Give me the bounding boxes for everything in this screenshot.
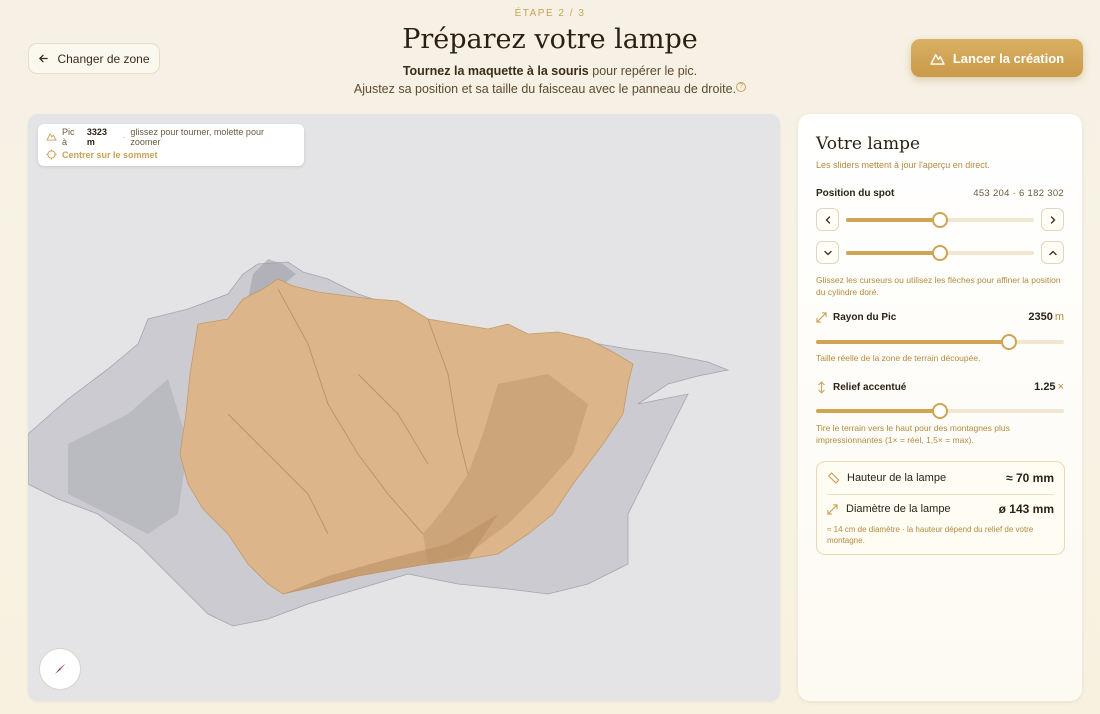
move-up-button[interactable] [1041, 241, 1064, 264]
relief-note: Tire le terrain vers le haut pour des mo… [816, 423, 1010, 445]
move-left-button[interactable] [816, 208, 839, 231]
change-zone-button[interactable]: Changer de zone [28, 43, 160, 74]
step-indicator: ÉTAPE 2 / 3 [514, 8, 586, 19]
center-on-summit-link[interactable]: Centrer sur le sommet [46, 147, 296, 162]
radius-slider-thumb[interactable] [1001, 334, 1018, 350]
center-on-summit-label: Centrer sur le sommet [62, 149, 158, 160]
vertical-slider-thumb[interactable] [932, 245, 948, 261]
panel-title: Votre lampe [816, 134, 921, 154]
lamp-dimensions-box: Hauteur de la lampe ≈ 70 mm Diamètre de … [816, 461, 1065, 555]
radius-note: Taille réelle de la zone de terrain déco… [816, 353, 981, 363]
horizontal-slider-thumb[interactable] [932, 212, 948, 228]
relief-slider-thumb[interactable] [932, 403, 948, 419]
subtitle-rest: pour repérer le pic. [588, 64, 698, 78]
subtitle-line-2-text: Ajustez sa position et sa taille du fais… [353, 82, 737, 97]
peak-separator: · [122, 131, 126, 142]
lamp-height-value: ≈ 70 mm [1006, 471, 1054, 485]
chevron-up-icon [1048, 250, 1057, 255]
radius-slider[interactable] [816, 334, 1064, 350]
move-right-button[interactable] [1041, 208, 1064, 231]
help-icon[interactable]: ? [736, 82, 747, 92]
panel-subtitle: Les sliders mettent à jour l'aperçu en d… [816, 160, 990, 170]
lamp-settings-panel: Votre lampe Les sliders mettent à jour l… [798, 114, 1082, 701]
terrain-viewer[interactable]: Pic à 3323 m · glissez pour tourner, mol… [28, 114, 780, 701]
horizontal-position-slider[interactable] [846, 212, 1034, 228]
relief-unit: × [1057, 381, 1064, 393]
subtitle-bold: Tournez la maquette à la souris [402, 64, 589, 78]
lamp-diameter-value: ø 143 mm [998, 502, 1054, 516]
chevron-left-icon [825, 215, 830, 224]
radius-number: 2350 [1028, 311, 1053, 323]
vertical-slider-fill [846, 251, 940, 255]
move-down-button[interactable] [816, 241, 839, 264]
position-note: Glissez les curseurs ou utilisez les flè… [816, 275, 1061, 297]
relief-number: 1.25 [1034, 381, 1056, 393]
expand-icon [816, 312, 827, 323]
radius-unit: m [1054, 311, 1064, 323]
arrow-left-icon [39, 54, 49, 63]
lamp-diameter-row: Diamètre de la lampe ø 143 mm [827, 502, 1054, 516]
mountain-icon [930, 53, 945, 65]
lamp-height-label: Hauteur de la lampe [847, 472, 947, 484]
relief-label: Relief accentué [833, 382, 907, 393]
relief-slider-fill [816, 409, 940, 413]
diameter-icon [827, 503, 838, 515]
vertical-arrows-icon [818, 381, 825, 394]
radius-value: 2350 m [1028, 311, 1064, 323]
lamp-height-row: Hauteur de la lampe ≈ 70 mm [827, 471, 1054, 485]
mountain-small-icon [46, 133, 57, 141]
target-icon [46, 149, 57, 160]
relief-value: 1.25 × [1034, 381, 1064, 393]
chevron-right-icon [1050, 215, 1055, 224]
peak-altitude: 3323 m [86, 126, 107, 147]
peak-info-card: Pic à 3323 m · glissez pour tourner, mol… [38, 124, 304, 166]
ruler-icon [827, 472, 839, 484]
compass-icon [55, 664, 65, 674]
launch-creation-label: Lancer la création [952, 50, 1065, 66]
horizontal-slider-fill [846, 218, 940, 222]
lamp-divider [827, 494, 1054, 495]
lamp-note: ≈ 14 cm de diamètre · la hauteur dépend … [827, 525, 1034, 545]
radius-slider-fill [816, 340, 1010, 344]
relief-slider[interactable] [816, 403, 1064, 419]
peak-prefix: Pic à [61, 126, 75, 147]
chevron-down-icon [823, 250, 832, 255]
viewer-hint: glissez pour tourner, molette pour zoome… [130, 126, 264, 147]
lamp-diameter-label: Diamètre de la lampe [846, 503, 951, 515]
subtitle-line-2: Ajustez sa position et sa taille du fais… [0, 82, 1100, 96]
spot-coordinates: 453 204 · 6 182 302 [973, 188, 1064, 199]
launch-creation-button[interactable]: Lancer la création [911, 39, 1083, 77]
peak-info-row: Pic à 3323 m · glissez pour tourner, mol… [46, 126, 296, 147]
change-zone-label: Changer de zone [57, 51, 150, 66]
radius-label: Rayon du Pic [833, 312, 897, 323]
terrain-model[interactable] [28, 114, 780, 701]
vertical-position-slider[interactable] [846, 245, 1034, 261]
compass-button[interactable] [39, 648, 81, 690]
spot-position-label: Position du spot [816, 188, 895, 199]
